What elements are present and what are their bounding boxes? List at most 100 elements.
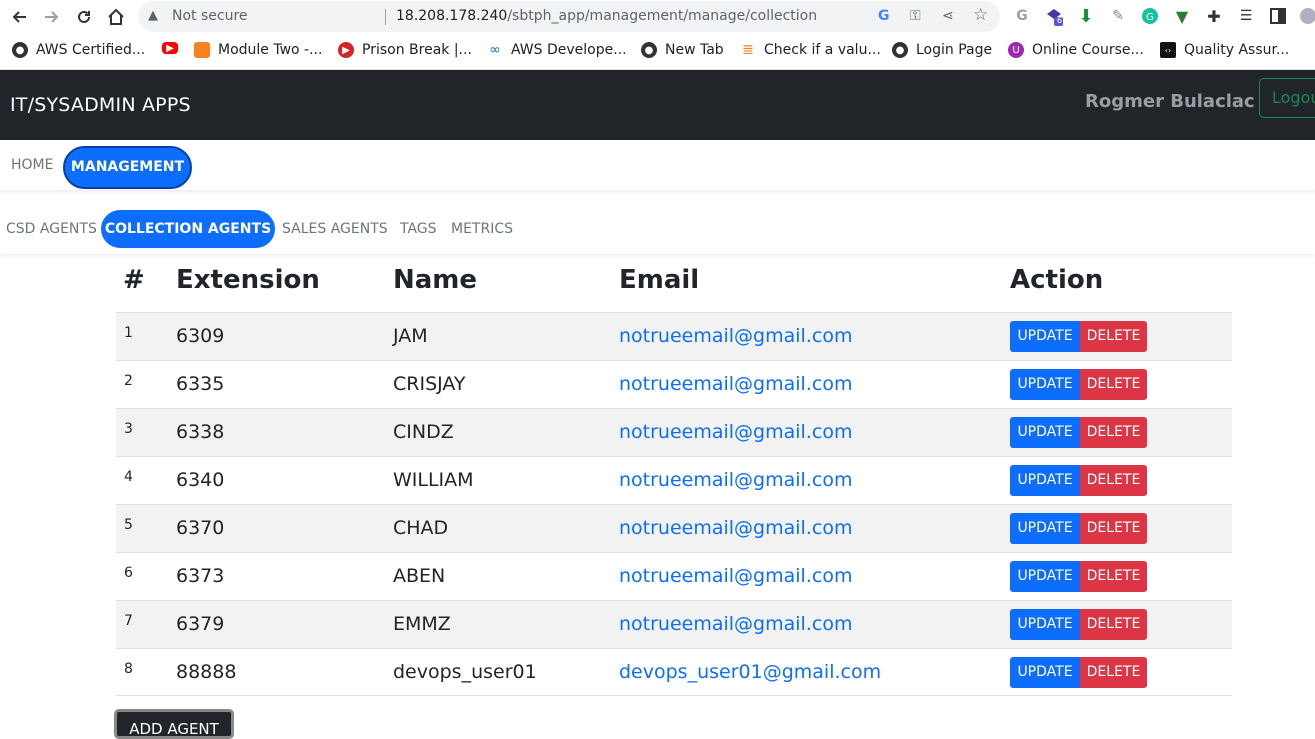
profile-avatar-icon[interactable]: [1298, 6, 1315, 26]
row-extension: 6370: [176, 517, 225, 539]
bookmark-login-page[interactable]: ● Login Page: [892, 42, 992, 58]
svg-text:G: G: [1146, 12, 1154, 23]
bookmark-label: AWS Certified...: [36, 42, 146, 58]
row-number: 1: [124, 325, 133, 341]
warning-icon[interactable]: ▲: [148, 8, 158, 23]
divider: [385, 9, 386, 25]
tab-tags[interactable]: TAGS: [400, 221, 437, 237]
row-name: CHAD: [393, 517, 449, 539]
bookmark-prison-break[interactable]: ▶ Prison Break |...: [338, 42, 472, 58]
update-button[interactable]: UPDATE: [1010, 657, 1080, 688]
forward-icon[interactable]: [40, 5, 64, 29]
row-email-link[interactable]: notrueemail@gmail.com: [619, 517, 852, 539]
bookmark-youtube[interactable]: ▶: [162, 42, 186, 54]
delete-button[interactable]: DELETE: [1080, 369, 1147, 400]
bookmark-label: Quality Assur...: [1184, 42, 1290, 58]
row-name: CINDZ: [393, 421, 454, 443]
udemy-icon: U: [1008, 42, 1024, 58]
download-icon[interactable]: ⬇: [1076, 6, 1096, 27]
row-email-link[interactable]: devops_user01@gmail.com: [619, 661, 881, 683]
extension-badge-icon[interactable]: 6: [1044, 6, 1064, 26]
delete-button[interactable]: DELETE: [1080, 321, 1147, 352]
delete-button[interactable]: DELETE: [1080, 465, 1147, 496]
column-header-number: #: [123, 265, 145, 295]
logout-button[interactable]: Logout: [1259, 78, 1315, 118]
row-email-link[interactable]: notrueemail@gmail.com: [619, 565, 852, 587]
vue-devtools-icon[interactable]: ▼: [1172, 6, 1192, 26]
bookmark-quality-assurance[interactable]: ‹› Quality Assur...: [1160, 42, 1289, 58]
sub-nav: CSD AGENTS COLLECTION AGENTS SALES AGENT…: [0, 202, 1315, 254]
nav-home[interactable]: HOME: [11, 157, 53, 173]
row-extension: 6340: [176, 469, 225, 491]
bookmark-aws-developer[interactable]: ∞ AWS Develope...: [487, 42, 626, 58]
row-extension: 6379: [176, 613, 225, 635]
update-button[interactable]: UPDATE: [1010, 609, 1080, 640]
google-ext-icon[interactable]: G: [1012, 6, 1032, 26]
update-button[interactable]: UPDATE: [1010, 465, 1080, 496]
update-button[interactable]: UPDATE: [1010, 417, 1080, 448]
bookmark-stackoverflow[interactable]: ≣ Check if a valu...: [740, 42, 881, 58]
row-name: ABEN: [393, 565, 446, 587]
sidepanel-icon[interactable]: [1268, 6, 1288, 26]
globe-icon: ●: [892, 42, 908, 58]
home-icon[interactable]: [104, 5, 128, 29]
table-row: 3 6338 CINDZ notrueemail@gmail.com UPDAT…: [116, 408, 1232, 456]
puzzle-icon[interactable]: ✚: [1204, 6, 1224, 26]
update-button[interactable]: UPDATE: [1010, 561, 1080, 592]
eyedropper-icon[interactable]: ✎: [1108, 6, 1128, 26]
bookmark-label: Login Page: [916, 42, 993, 58]
extension-badge-count: 6: [1057, 16, 1063, 25]
bookmark-new-tab[interactable]: ● New Tab: [641, 42, 724, 58]
delete-button[interactable]: DELETE: [1080, 609, 1147, 640]
row-email-link[interactable]: notrueemail@gmail.com: [619, 421, 852, 443]
bookmark-label: Module Two -...: [218, 42, 323, 58]
row-email-link[interactable]: notrueemail@gmail.com: [619, 613, 852, 635]
key-icon[interactable]: ⚿: [910, 8, 921, 24]
main-nav: HOME MANAGEMENT: [0, 140, 1315, 190]
google-icon[interactable]: G: [878, 8, 890, 24]
app-brand[interactable]: IT/SYSADMIN APPS: [10, 94, 191, 116]
tab-csd-agents[interactable]: CSD AGENTS: [6, 221, 97, 237]
row-extension: 6309: [176, 325, 225, 347]
stackoverflow-icon: ≣: [742, 42, 754, 58]
share-icon[interactable]: ⋖: [942, 8, 954, 24]
delete-button[interactable]: DELETE: [1080, 513, 1147, 544]
playlist-icon[interactable]: ☰: [1236, 6, 1256, 26]
bookmark-aws-certified[interactable]: ● AWS Certified...: [12, 42, 145, 58]
add-agent-button[interactable]: ADD AGENT: [114, 709, 234, 739]
update-button[interactable]: UPDATE: [1010, 513, 1080, 544]
tab-collection-agents[interactable]: COLLECTION AGENTS: [101, 210, 275, 248]
url-text[interactable]: 18.208.178.240/sbtph_app/management/mana…: [396, 8, 817, 24]
star-icon[interactable]: ☆: [973, 5, 988, 25]
bookmark-label: Prison Break |...: [362, 42, 472, 58]
table-row: 5 6370 CHAD notrueemail@gmail.com UPDATE…: [116, 504, 1232, 552]
back-icon[interactable]: [7, 5, 31, 29]
bookmark-module-two[interactable]: Module Two -...: [194, 42, 322, 58]
delete-button[interactable]: DELETE: [1080, 417, 1147, 448]
row-email-link[interactable]: notrueemail@gmail.com: [619, 373, 852, 395]
url-path: /sbtph_app/management/manage/collection: [507, 8, 818, 24]
security-label[interactable]: Not secure: [172, 8, 248, 24]
tab-metrics[interactable]: METRICS: [451, 221, 513, 237]
row-extension: 6335: [176, 373, 225, 395]
table-row: 8 88888 devops_user01 devops_user01@gmai…: [116, 648, 1232, 696]
row-email-link[interactable]: notrueemail@gmail.com: [619, 325, 852, 347]
update-button[interactable]: UPDATE: [1010, 321, 1080, 352]
url-host: 18.208.178.240: [396, 8, 508, 24]
user-name: Rogmer Bulaclac: [1085, 91, 1255, 112]
update-button[interactable]: UPDATE: [1010, 369, 1080, 400]
bookmark-label: New Tab: [665, 42, 724, 58]
address-bar[interactable]: ▲ Not secure 18.208.178.240/sbtph_app/ma…: [138, 1, 1000, 32]
code-icon: ‹›: [1160, 42, 1176, 58]
row-number: 7: [124, 613, 133, 629]
nav-management[interactable]: MANAGEMENT: [63, 146, 192, 189]
globe-icon: ●: [12, 42, 28, 58]
row-email-link[interactable]: notrueemail@gmail.com: [619, 469, 852, 491]
grammarly-icon[interactable]: G: [1140, 6, 1160, 26]
column-header-email: Email: [619, 265, 700, 295]
delete-button[interactable]: DELETE: [1080, 657, 1147, 688]
bookmark-online-course[interactable]: U Online Course...: [1008, 42, 1144, 58]
reload-icon[interactable]: [72, 5, 96, 29]
tab-sales-agents[interactable]: SALES AGENTS: [282, 221, 388, 237]
delete-button[interactable]: DELETE: [1080, 561, 1147, 592]
